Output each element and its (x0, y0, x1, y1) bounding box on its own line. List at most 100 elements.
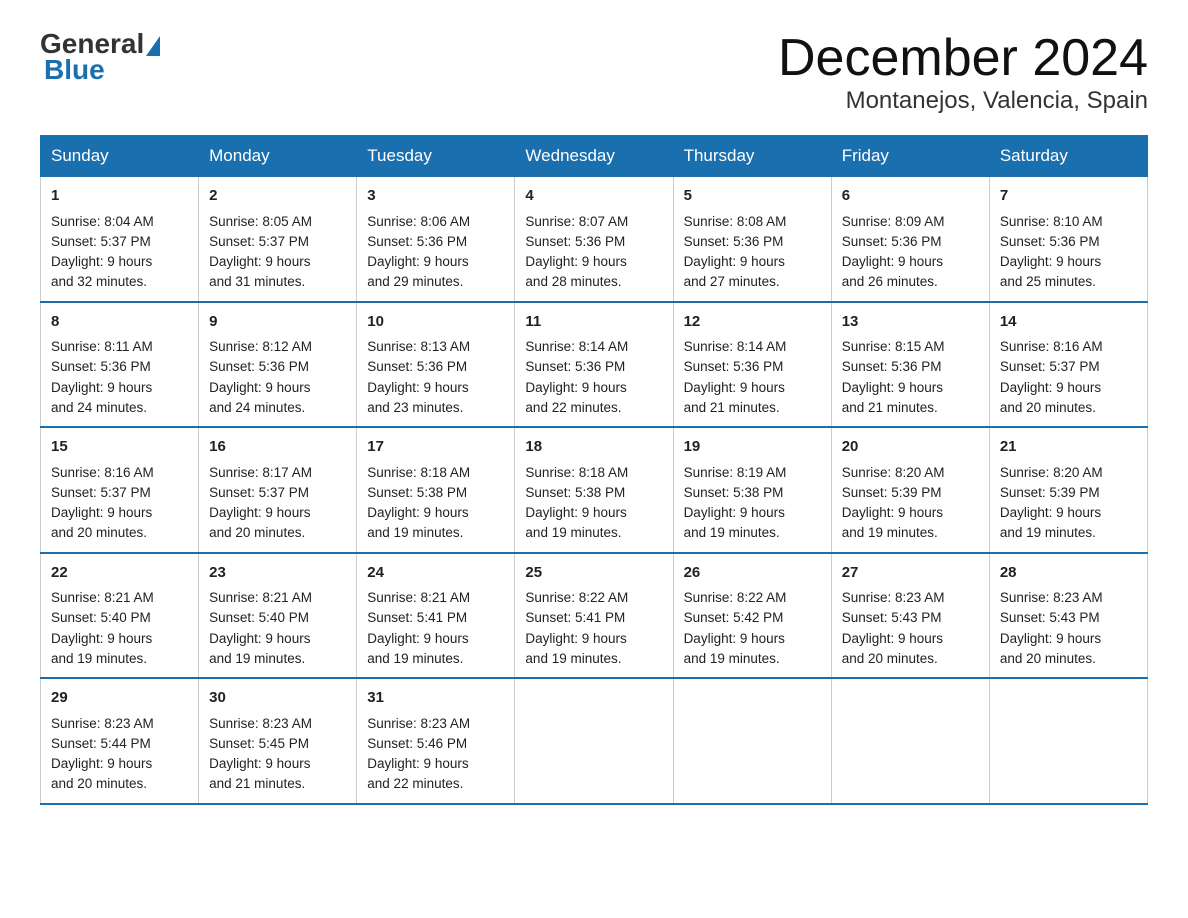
week-row-5: 29Sunrise: 8:23 AMSunset: 5:44 PMDayligh… (41, 678, 1148, 804)
sunrise-info: Sunrise: 8:19 AM (684, 465, 787, 480)
daylight-info-line2: and 32 minutes. (51, 274, 147, 289)
sunset-info: Sunset: 5:38 PM (525, 485, 625, 500)
day-cell: 15Sunrise: 8:16 AMSunset: 5:37 PMDayligh… (41, 427, 199, 553)
daylight-info-line2: and 23 minutes. (367, 400, 463, 415)
sunset-info: Sunset: 5:41 PM (367, 610, 467, 625)
daylight-info-line1: Daylight: 9 hours (842, 380, 943, 395)
daylight-info-line1: Daylight: 9 hours (684, 380, 785, 395)
day-number: 4 (525, 185, 662, 208)
sunset-info: Sunset: 5:38 PM (367, 485, 467, 500)
title-area: December 2024 Montanejos, Valencia, Spai… (778, 30, 1148, 115)
sunset-info: Sunset: 5:39 PM (842, 485, 942, 500)
daylight-info-line2: and 19 minutes. (51, 651, 147, 666)
day-number: 26 (684, 562, 821, 585)
daylight-info-line1: Daylight: 9 hours (842, 254, 943, 269)
day-number: 19 (684, 436, 821, 459)
day-number: 1 (51, 185, 188, 208)
daylight-info-line2: and 21 minutes. (209, 776, 305, 791)
day-number: 9 (209, 311, 346, 334)
day-cell: 31Sunrise: 8:23 AMSunset: 5:46 PMDayligh… (357, 678, 515, 804)
day-number: 30 (209, 687, 346, 710)
sunrise-info: Sunrise: 8:16 AM (51, 465, 154, 480)
day-number: 7 (1000, 185, 1137, 208)
daylight-info-line1: Daylight: 9 hours (367, 380, 468, 395)
daylight-info-line1: Daylight: 9 hours (209, 756, 310, 771)
sunset-info: Sunset: 5:36 PM (367, 359, 467, 374)
header: General Blue December 2024 Montanejos, V… (40, 30, 1148, 115)
daylight-info-line1: Daylight: 9 hours (209, 505, 310, 520)
daylight-info-line1: Daylight: 9 hours (1000, 254, 1101, 269)
sunrise-info: Sunrise: 8:20 AM (1000, 465, 1103, 480)
daylight-info-line2: and 31 minutes. (209, 274, 305, 289)
daylight-info-line1: Daylight: 9 hours (209, 631, 310, 646)
col-thursday: Thursday (673, 136, 831, 177)
daylight-info-line1: Daylight: 9 hours (51, 505, 152, 520)
sunrise-info: Sunrise: 8:04 AM (51, 214, 154, 229)
daylight-info-line2: and 19 minutes. (1000, 525, 1096, 540)
sunrise-info: Sunrise: 8:06 AM (367, 214, 470, 229)
day-number: 21 (1000, 436, 1137, 459)
daylight-info-line1: Daylight: 9 hours (684, 505, 785, 520)
col-tuesday: Tuesday (357, 136, 515, 177)
day-number: 22 (51, 562, 188, 585)
sunrise-info: Sunrise: 8:21 AM (51, 590, 154, 605)
daylight-info-line2: and 20 minutes. (1000, 651, 1096, 666)
daylight-info-line1: Daylight: 9 hours (842, 505, 943, 520)
day-cell (515, 678, 673, 804)
col-sunday: Sunday (41, 136, 199, 177)
daylight-info-line2: and 19 minutes. (367, 651, 463, 666)
daylight-info-line1: Daylight: 9 hours (367, 631, 468, 646)
day-cell: 16Sunrise: 8:17 AMSunset: 5:37 PMDayligh… (199, 427, 357, 553)
daylight-info-line2: and 26 minutes. (842, 274, 938, 289)
sunrise-info: Sunrise: 8:16 AM (1000, 339, 1103, 354)
sunset-info: Sunset: 5:37 PM (51, 485, 151, 500)
day-number: 31 (367, 687, 504, 710)
day-number: 12 (684, 311, 821, 334)
day-cell (989, 678, 1147, 804)
daylight-info-line2: and 19 minutes. (684, 651, 780, 666)
day-cell: 20Sunrise: 8:20 AMSunset: 5:39 PMDayligh… (831, 427, 989, 553)
daylight-info-line1: Daylight: 9 hours (525, 631, 626, 646)
col-monday: Monday (199, 136, 357, 177)
calendar-table: Sunday Monday Tuesday Wednesday Thursday… (40, 135, 1148, 805)
col-wednesday: Wednesday (515, 136, 673, 177)
daylight-info-line2: and 21 minutes. (842, 400, 938, 415)
sunset-info: Sunset: 5:36 PM (525, 359, 625, 374)
sunrise-info: Sunrise: 8:18 AM (525, 465, 628, 480)
day-cell: 28Sunrise: 8:23 AMSunset: 5:43 PMDayligh… (989, 553, 1147, 679)
daylight-info-line1: Daylight: 9 hours (684, 254, 785, 269)
sunrise-info: Sunrise: 8:20 AM (842, 465, 945, 480)
daylight-info-line2: and 19 minutes. (842, 525, 938, 540)
logo: General Blue (40, 30, 162, 86)
day-cell: 9Sunrise: 8:12 AMSunset: 5:36 PMDaylight… (199, 302, 357, 428)
day-cell: 1Sunrise: 8:04 AMSunset: 5:37 PMDaylight… (41, 177, 199, 302)
daylight-info-line1: Daylight: 9 hours (51, 380, 152, 395)
day-number: 24 (367, 562, 504, 585)
day-number: 14 (1000, 311, 1137, 334)
sunrise-info: Sunrise: 8:22 AM (525, 590, 628, 605)
daylight-info-line2: and 20 minutes. (209, 525, 305, 540)
day-number: 18 (525, 436, 662, 459)
sunset-info: Sunset: 5:40 PM (51, 610, 151, 625)
daylight-info-line1: Daylight: 9 hours (51, 756, 152, 771)
sunrise-info: Sunrise: 8:23 AM (209, 716, 312, 731)
location-subtitle: Montanejos, Valencia, Spain (778, 87, 1148, 115)
day-number: 11 (525, 311, 662, 334)
sunset-info: Sunset: 5:43 PM (842, 610, 942, 625)
sunset-info: Sunset: 5:46 PM (367, 736, 467, 751)
sunrise-info: Sunrise: 8:14 AM (525, 339, 628, 354)
day-number: 5 (684, 185, 821, 208)
sunset-info: Sunset: 5:36 PM (842, 359, 942, 374)
sunrise-info: Sunrise: 8:05 AM (209, 214, 312, 229)
day-number: 6 (842, 185, 979, 208)
day-cell: 22Sunrise: 8:21 AMSunset: 5:40 PMDayligh… (41, 553, 199, 679)
day-number: 13 (842, 311, 979, 334)
sunset-info: Sunset: 5:37 PM (51, 234, 151, 249)
sunset-info: Sunset: 5:36 PM (51, 359, 151, 374)
daylight-info-line2: and 28 minutes. (525, 274, 621, 289)
sunset-info: Sunset: 5:36 PM (1000, 234, 1100, 249)
day-cell: 19Sunrise: 8:19 AMSunset: 5:38 PMDayligh… (673, 427, 831, 553)
sunrise-info: Sunrise: 8:07 AM (525, 214, 628, 229)
daylight-info-line1: Daylight: 9 hours (209, 254, 310, 269)
daylight-info-line2: and 21 minutes. (684, 400, 780, 415)
